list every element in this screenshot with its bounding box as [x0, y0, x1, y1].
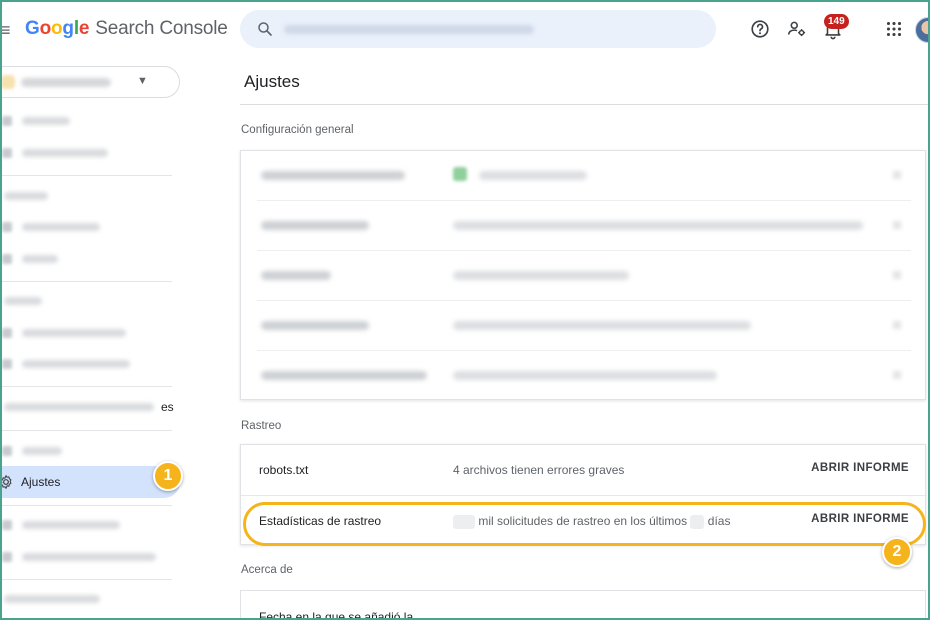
sidebar-item-label: Ajustes: [21, 475, 61, 489]
callout-marker-1: 1: [153, 461, 183, 491]
sidebar: ▼ es Ajustes: [0, 62, 240, 620]
crawl-row-description: mil solicitudes de rastreo en los último…: [453, 514, 730, 529]
sidebar-divider: [0, 430, 172, 431]
general-settings-card: [240, 150, 926, 400]
sidebar-item[interactable]: [0, 590, 175, 608]
sidebar-divider: [0, 281, 172, 282]
sidebar-item[interactable]: [0, 250, 175, 268]
sidebar-item[interactable]: [0, 548, 175, 566]
settings-row[interactable]: [257, 201, 911, 251]
crawl-row-description-unit: días: [707, 514, 731, 528]
help-icon[interactable]: [749, 18, 771, 40]
callout-marker-2: 2: [882, 537, 912, 567]
title-divider: [240, 104, 930, 105]
property-name: [21, 78, 111, 87]
product-name: Search Console: [95, 18, 228, 39]
sidebar-divider: [0, 386, 172, 387]
apps-icon[interactable]: [883, 18, 905, 40]
search-input[interactable]: [284, 25, 534, 34]
crawl-row-description-text: mil solicitudes de rastreo en los último…: [478, 514, 688, 528]
settings-row[interactable]: [257, 351, 911, 401]
notification-badge: 149: [824, 14, 849, 29]
sidebar-item[interactable]: [0, 442, 175, 460]
menu-icon[interactable]: ≡: [0, 20, 16, 40]
section-heading-general: Configuración general: [241, 124, 354, 136]
sidebar-item[interactable]: [0, 292, 175, 310]
dropdown-caret-icon: ▼: [137, 75, 148, 87]
section-heading-about: Acerca de: [241, 564, 293, 576]
avatar[interactable]: [915, 17, 930, 43]
property-selector[interactable]: ▼: [0, 66, 180, 98]
sidebar-item[interactable]: [0, 355, 175, 373]
app-logo[interactable]: Google Search Console: [25, 18, 228, 40]
top-bar: ≡ Google Search Console 149: [0, 0, 930, 62]
sidebar-item-suffix: es: [161, 400, 174, 414]
search-bar[interactable]: [240, 10, 716, 48]
redacted-value: [453, 514, 475, 529]
main-content: Ajustes Configuración general Rastreo ro…: [240, 62, 930, 620]
gear-icon: [0, 475, 12, 489]
sidebar-item[interactable]: [0, 218, 175, 236]
google-wordmark: Google: [25, 18, 90, 39]
settings-row[interactable]: [257, 251, 911, 301]
crawl-row-description: 4 archivos tienen errores graves: [453, 463, 625, 477]
sidebar-item[interactable]: [0, 398, 175, 416]
page-title: Ajustes: [244, 72, 300, 91]
settings-row[interactable]: [257, 151, 911, 201]
crawl-row-robots[interactable]: robots.txt 4 archivos tienen errores gra…: [241, 445, 927, 495]
section-heading-crawl: Rastreo: [241, 420, 282, 432]
crawl-row-stats[interactable]: Estadísticas de rastreo mil solicitudes …: [241, 495, 927, 545]
sidebar-item[interactable]: [0, 144, 175, 162]
sidebar-item[interactable]: [0, 187, 175, 205]
open-report-button[interactable]: ABRIR INFORME: [811, 462, 909, 474]
about-row-label: Fecha en la que se añadió la: [259, 610, 414, 620]
crawl-row-name: robots.txt: [259, 463, 309, 477]
property-icon: [1, 75, 15, 89]
search-icon: [258, 22, 272, 36]
crawl-settings-card: robots.txt 4 archivos tienen errores gra…: [240, 444, 927, 545]
admin-icon[interactable]: [786, 18, 808, 40]
sidebar-item[interactable]: [0, 112, 175, 130]
settings-row[interactable]: [257, 301, 911, 351]
open-report-button[interactable]: ABRIR INFORME: [811, 513, 909, 525]
sidebar-item[interactable]: [0, 324, 175, 342]
about-card: Fecha en la que se añadió la: [240, 590, 926, 620]
sidebar-item[interactable]: [0, 516, 175, 534]
sidebar-divider: [0, 175, 172, 176]
sidebar-divider: [0, 579, 172, 580]
crawl-row-name: Estadísticas de rastreo: [259, 514, 382, 528]
sidebar-divider: [0, 505, 172, 506]
redacted-value: [690, 514, 705, 529]
